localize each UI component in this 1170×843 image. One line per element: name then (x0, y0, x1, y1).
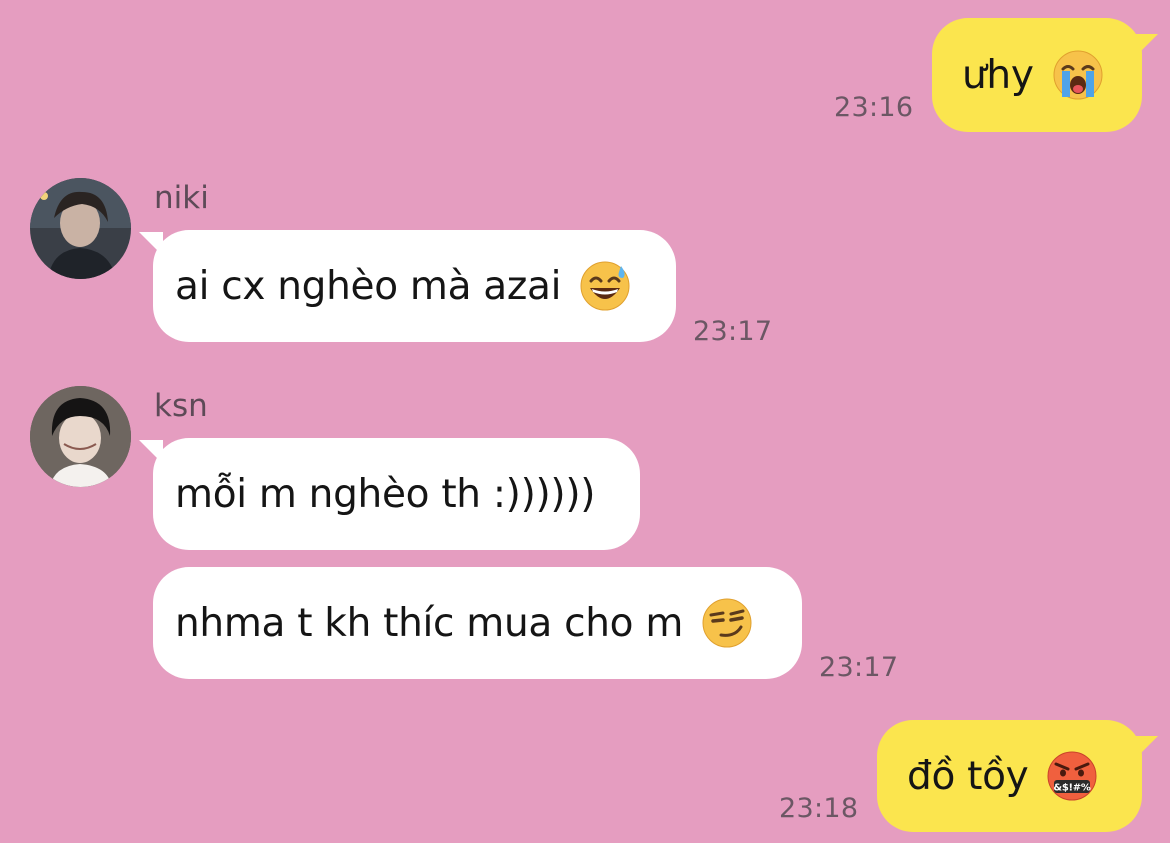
message-bubble-outgoing[interactable]: đồ tồy &$!#% (877, 720, 1158, 832)
sender-name: niki (154, 180, 209, 216)
message-text: nhma t kh thíc mua cho m (175, 600, 684, 646)
message-timestamp: 23:17 (819, 652, 899, 683)
bubble-tail (1132, 736, 1158, 762)
svg-text:&$!#%: &$!#% (1054, 783, 1091, 794)
message-text: ai cx nghèo mà azai (175, 263, 562, 309)
message-bubble-outgoing[interactable]: ưhy (932, 18, 1158, 132)
loudly-crying-face-icon (1053, 50, 1103, 100)
face-with-symbols-on-mouth-icon: &$!#% (1047, 751, 1097, 801)
smirking-face-icon (702, 598, 752, 648)
bubble-tail (1132, 34, 1158, 60)
message-bubble-incoming[interactable]: mỗi m nghèo th :)))))) (139, 438, 640, 550)
message-text: ưhy (962, 52, 1034, 98)
message-bubble-incoming[interactable]: nhma t kh thíc mua cho m (153, 567, 802, 679)
avatar-niki[interactable] (30, 178, 131, 279)
avatar-photo (30, 386, 131, 487)
message-text: đồ tồy (907, 753, 1029, 799)
message-bubble-incoming[interactable]: ai cx nghèo mà azai (139, 230, 676, 342)
message-timestamp: 23:18 (779, 793, 859, 824)
grinning-face-with-sweat-icon (580, 261, 630, 311)
chat-conversation: ưhy 23:16 niki ai cx nghèo mà azai 23:17… (0, 0, 1170, 843)
avatar-photo (30, 178, 131, 279)
bubble-tail (139, 232, 163, 256)
bubble-tail (139, 440, 163, 464)
message-timestamp: 23:17 (693, 316, 773, 347)
sender-name: ksn (154, 388, 208, 424)
avatar-ksn[interactable] (30, 386, 131, 487)
message-text: mỗi m nghèo th :)))))) (175, 471, 596, 517)
message-timestamp: 23:16 (834, 92, 914, 123)
